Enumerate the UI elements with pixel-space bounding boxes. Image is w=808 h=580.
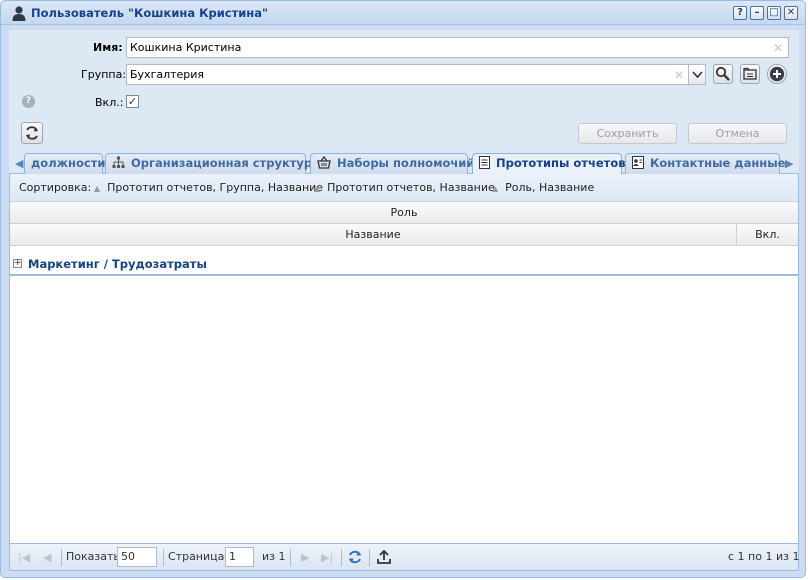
page-number-input[interactable]: 1 <box>225 547 254 567</box>
search-icon <box>715 66 730 81</box>
separator <box>163 549 164 566</box>
clear-group-icon[interactable]: ✕ <box>674 68 684 82</box>
group-combobox[interactable]: Бухгалтерия ✕ <box>126 64 706 85</box>
plus-icon <box>769 66 785 82</box>
tab-permission-sets-label: Наборы полномочий <box>337 156 475 170</box>
clear-name-icon[interactable]: ✕ <box>773 41 783 55</box>
report-document-icon <box>479 156 490 169</box>
tab-strip: ◀ должности Организационная структура На… <box>9 152 799 175</box>
sort-label: Сортировка: <box>19 181 92 194</box>
enabled-column-header[interactable]: Вкл. <box>737 224 798 245</box>
enabled-checkbox[interactable]: ✓ <box>126 95 139 108</box>
separator <box>290 549 291 566</box>
tab-permission-sets[interactable]: Наборы полномочий <box>310 153 474 174</box>
window-title: Пользователь "Кошкина Кристина" <box>31 6 269 20</box>
org-structure-icon <box>112 156 125 168</box>
cancel-button[interactable]: Отмена <box>688 123 787 144</box>
page-size-input[interactable]: 50 <box>117 547 157 567</box>
sort-option-2[interactable]: ▲ Прототип отчетов, Название <box>314 174 495 202</box>
user-icon <box>12 6 26 21</box>
window-body: Имя: Кошкина Кристина ✕ Группа: Бухгалте… <box>9 30 799 571</box>
save-button[interactable]: Сохранить <box>578 123 677 144</box>
maximize-icon[interactable]: □ <box>767 6 781 20</box>
folder-icon <box>743 67 757 80</box>
separator <box>369 549 370 566</box>
sort-option-3-label: Роль, Название <box>505 181 595 194</box>
tab-scroll-right-icon[interactable]: ▶ <box>785 157 793 170</box>
export-icon[interactable] <box>376 549 392 565</box>
tab-scroll-left-icon[interactable]: ◀ <box>15 157 23 170</box>
add-button[interactable] <box>767 64 787 84</box>
group-label: Группа: <box>81 68 127 81</box>
sort-option-1-label: Прототип отчетов, Группа, Название <box>107 181 324 194</box>
help-icon[interactable]: ? <box>22 95 35 108</box>
user-window: Пользователь "Кошкина Кристина" ? – □ ✕ … <box>0 0 806 578</box>
prev-page-icon[interactable]: ◀ <box>43 545 51 571</box>
page-label: Страница <box>168 550 225 563</box>
show-label: Показать <box>66 550 120 563</box>
sort-arrow-icon: ▲ <box>314 184 321 193</box>
refresh-button[interactable] <box>21 122 43 144</box>
minimize-icon[interactable]: – <box>750 6 764 20</box>
window-titlebar[interactable]: Пользователь "Кошкина Кристина" ? – □ ✕ <box>1 1 805 25</box>
name-label: Имя: <box>93 41 123 54</box>
name-value: Кошкина Кристина <box>130 41 242 54</box>
basket-icon <box>317 155 331 169</box>
next-page-icon[interactable]: ▶ <box>301 545 309 571</box>
paging-toolbar: |◀ ◀ Показать 50 Страница 1 из 1 ▶ ▶| с … <box>10 543 800 571</box>
tab-report-prototypes-label: Прототипы отчетов <box>496 156 626 170</box>
page-count-label: из 1 <box>262 550 286 563</box>
chevron-down-icon[interactable] <box>688 65 705 84</box>
grid-group-header: Роль <box>10 202 798 224</box>
group-row-label: Маркетинг / Трудозатраты <box>28 257 207 271</box>
contact-card-icon <box>632 156 644 169</box>
grid-column-header: Название Вкл. <box>10 224 798 246</box>
first-page-icon[interactable]: |◀ <box>18 545 30 571</box>
sort-arrow-icon: ▲ <box>492 184 499 193</box>
last-page-icon[interactable]: ▶| <box>321 545 333 571</box>
sort-option-3[interactable]: ▲ Роль, Название <box>492 174 594 202</box>
search-button[interactable] <box>713 64 733 84</box>
grid-group-row[interactable]: + Маркетинг / Трудозатраты <box>10 254 798 276</box>
enabled-label: Вкл.: <box>95 96 124 109</box>
sort-toolbar: Сортировка: ▲ Прототип отчетов, Группа, … <box>10 174 798 202</box>
sort-option-1[interactable]: ▲ Прототип отчетов, Группа, Название <box>94 174 323 202</box>
separator <box>341 549 342 566</box>
tab-org-structure-label: Организационная структура <box>131 156 320 170</box>
help-tool-icon[interactable]: ? <box>733 6 747 20</box>
tab-contacts[interactable]: Контактные данные <box>625 153 785 174</box>
group-value: Бухгалтерия <box>130 68 205 81</box>
tab-positions-label: должности <box>31 156 106 170</box>
role-header: Роль <box>390 206 418 219</box>
paging-summary: с 1 по 1 из 1 <box>728 550 800 563</box>
name-column-header[interactable]: Название <box>10 224 737 245</box>
close-icon[interactable]: ✕ <box>784 6 798 20</box>
open-card-button[interactable] <box>740 64 760 84</box>
sort-arrow-icon: ▲ <box>94 184 101 193</box>
tab-positions[interactable]: должности <box>24 153 106 174</box>
sort-option-2-label: Прототип отчетов, Название <box>327 181 495 194</box>
tab-contacts-label: Контактные данные <box>650 156 786 170</box>
reload-icon[interactable] <box>347 549 363 565</box>
tab-report-prototypes[interactable]: Прототипы отчетов <box>472 153 626 175</box>
expand-icon[interactable]: + <box>13 259 22 268</box>
separator <box>61 549 62 566</box>
refresh-icon <box>26 126 38 140</box>
tab-org-structure[interactable]: Организационная структура <box>105 153 320 174</box>
name-field[interactable]: Кошкина Кристина ✕ <box>126 37 789 58</box>
report-prototypes-panel: Сортировка: ▲ Прототип отчетов, Группа, … <box>9 174 799 571</box>
